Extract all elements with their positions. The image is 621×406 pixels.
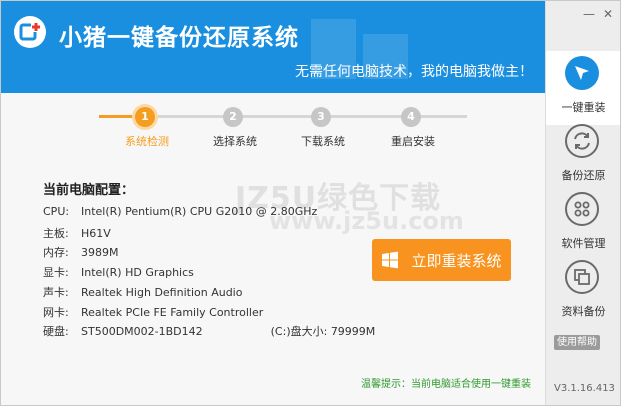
version-label: V3.1.16.413	[554, 383, 615, 394]
step-3-circle: 3	[311, 107, 331, 127]
app-logo-icon	[14, 16, 46, 48]
config-value: Realtek PCIe FE Family Controller	[81, 306, 264, 319]
config-key: 显卡:	[43, 266, 69, 279]
cursor-icon	[565, 56, 599, 90]
config-key: 主板:	[43, 227, 69, 240]
app-title: 小猪一键备份还原系统	[59, 25, 299, 51]
tip-text: 温馨提示：当前电脑适合使用一键重装	[361, 379, 531, 390]
close-icon[interactable]: ✕	[603, 7, 613, 21]
config-value: Intel(R) HD Graphics	[81, 266, 194, 279]
copy-icon	[565, 260, 599, 294]
config-key: 内存:	[43, 246, 69, 259]
app-window: 小猪一键备份还原系统 无需任何电脑技术，我的电脑我做主！ 1 系统检测 2 选择…	[0, 0, 621, 406]
step-4-circle: 4	[401, 107, 421, 127]
config-row-disk: 硬盘: ST500DM002-1BD142 (C:)盘大小: 79999M	[43, 323, 375, 339]
help-button[interactable]: 使用帮助	[554, 335, 600, 350]
sidebar-item-reinstall[interactable]: 一键重装	[546, 51, 620, 125]
config-key: 网卡:	[43, 306, 69, 319]
window-controls: — ✕	[575, 7, 613, 21]
config-key: 硬盘:	[43, 325, 69, 338]
step-1-label: 系统检测	[125, 135, 169, 148]
config-value: ST500DM002-1BD142	[81, 325, 203, 338]
config-row-cpu: CPU: Intel(R) Pentium(R) CPU G2010 @ 2.80…	[43, 205, 317, 218]
progress-steps: 1 系统检测 2 选择系统 3 下载系统 4 重启安装	[91, 105, 481, 148]
step-2-label: 选择系统	[213, 135, 257, 148]
config-value: Realtek High Definition Audio	[81, 286, 243, 299]
config-value: Intel(R) Pentium(R) CPU G2010 @ 2.80GHz	[81, 205, 318, 218]
reinstall-button-label: 立即重装系统	[411, 251, 502, 270]
header: 小猪一键备份还原系统 无需任何电脑技术，我的电脑我做主！	[1, 1, 545, 93]
windows-logo-icon	[382, 251, 399, 269]
config-row-audio: 声卡: Realtek High Definition Audio	[43, 284, 242, 300]
sidebar: — ✕ 一键重装 备份还原 软件管理 资料备份 使用帮助 V3.1.16.413	[545, 1, 620, 405]
step-1-circle: 1	[135, 107, 155, 127]
sidebar-item-label: 资料备份	[561, 305, 606, 318]
minimize-icon[interactable]: —	[583, 7, 595, 21]
config-key: 声卡:	[43, 286, 69, 299]
sidebar-item-backup-restore[interactable]: 备份还原	[546, 119, 620, 193]
sidebar-item-label: 软件管理	[561, 237, 606, 250]
sidebar-item-label: 备份还原	[561, 169, 606, 182]
config-value: H61V	[81, 227, 111, 240]
sidebar-item-label: 一键重装	[561, 101, 606, 114]
step-2-circle: 2	[223, 107, 243, 127]
config-row-graphics: 显卡: Intel(R) HD Graphics	[43, 264, 194, 280]
step-4-label: 重启安装	[391, 135, 435, 148]
step-3-label: 下载系统	[301, 135, 345, 148]
sidebar-item-data-backup[interactable]: 资料备份	[546, 255, 620, 329]
sidebar-item-software[interactable]: 软件管理	[546, 187, 620, 261]
apps-grid-icon	[565, 192, 599, 226]
config-key: CPU:	[43, 205, 70, 218]
config-row-network: 网卡: Realtek PCIe FE Family Controller	[43, 304, 263, 320]
config-value: 3989M	[81, 246, 119, 259]
config-row-motherboard: 主板: H61V	[43, 225, 111, 241]
disk-size: (C:)盘大小: 79999M	[270, 325, 376, 338]
config-title: 当前电脑配置：	[43, 183, 135, 198]
slogan: 无需任何电脑技术，我的电脑我做主！	[295, 64, 533, 80]
refresh-icon	[565, 124, 599, 158]
reinstall-system-button[interactable]: 立即重装系统	[372, 239, 511, 281]
config-row-memory: 内存: 3989M	[43, 244, 119, 260]
